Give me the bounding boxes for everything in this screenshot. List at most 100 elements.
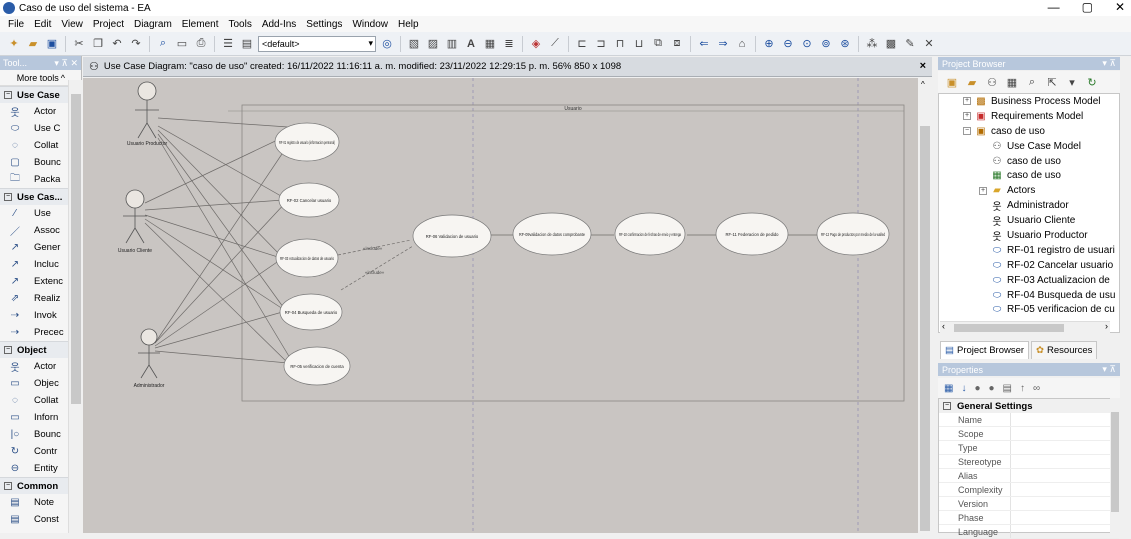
align-right-icon[interactable]: ⊐: [593, 36, 609, 52]
property-row[interactable]: Stereotype: [939, 455, 1119, 469]
menu-file[interactable]: File: [8, 19, 24, 30]
menu-add-ins[interactable]: Add-Ins: [262, 19, 296, 30]
circle-target-icon[interactable]: ◎: [379, 36, 395, 52]
new-model-icon[interactable]: ▣: [944, 74, 960, 90]
tree-item-rf01[interactable]: ⬭ RF-01 registro de usuari: [939, 243, 1119, 258]
tree-item-use-case-model[interactable]: ⚇ Use Case Model: [939, 139, 1119, 154]
properties-scrollbar[interactable]: [1110, 398, 1120, 533]
open-folder-icon[interactable]: ▰: [25, 36, 41, 52]
tree-item-requirements-model[interactable]: + ▣ Requirements Model: [939, 109, 1119, 124]
property-row[interactable]: Version: [939, 497, 1119, 511]
menu-help[interactable]: Help: [398, 19, 419, 30]
tree-item-business-process-model[interactable]: + ▩ Business Process Model: [939, 94, 1119, 109]
expand-icon[interactable]: +: [979, 186, 987, 195]
menu-window[interactable]: Window: [352, 19, 388, 30]
sort-alpha-icon[interactable]: ↓: [961, 383, 966, 394]
table-icon[interactable]: ▦: [482, 36, 498, 52]
zoom-in-icon[interactable]: ⊕: [761, 36, 777, 52]
print-icon[interactable]: ⎙: [193, 36, 209, 52]
save-icon[interactable]: ▣: [44, 36, 60, 52]
home-icon[interactable]: ⌂: [734, 36, 750, 52]
pin-icon[interactable]: ▾ ⊼ ✕: [54, 58, 78, 69]
tag-icon[interactable]: ●: [989, 383, 995, 394]
note-tool-icon[interactable]: ▧: [406, 36, 422, 52]
project-browser-tree[interactable]: + ▩ Business Process Model + ▣ Requirements …: [938, 93, 1120, 333]
categorized-icon[interactable]: ▦: [944, 383, 953, 394]
cut-icon[interactable]: ✂: [71, 36, 87, 52]
arrow-up-icon[interactable]: ↑: [1020, 383, 1025, 394]
redo-icon[interactable]: ↷: [128, 36, 144, 52]
pin-icon[interactable]: ▾ ⊼: [1102, 364, 1116, 375]
list-icon[interactable]: ☰: [220, 36, 236, 52]
view-menu-icon[interactable]: ▾: [1064, 74, 1080, 90]
tree-item-caso-de-uso-package[interactable]: − ▣ caso de uso: [939, 124, 1119, 139]
align-icon[interactable]: ≣: [501, 36, 517, 52]
chevron-left-icon[interactable]: ‹: [942, 321, 945, 331]
image-tool-icon[interactable]: ▨: [425, 36, 441, 52]
actor-usuario-productor[interactable]: [135, 81, 159, 139]
tree-item-usuario-cliente[interactable]: 웃 Usuario Cliente: [939, 213, 1119, 228]
layout-icon[interactable]: ⁂: [864, 36, 880, 52]
tab-resources[interactable]: ✿ Resources: [1031, 341, 1098, 359]
zoom-100-icon[interactable]: ⊚: [818, 36, 834, 52]
tree-item-rf04[interactable]: ⬭ RF-04 Busqueda de usu: [939, 288, 1119, 303]
new-element-icon[interactable]: ▦: [1004, 74, 1020, 90]
new-package-icon[interactable]: ▰: [964, 74, 980, 90]
close-button[interactable]: ✕: [1115, 0, 1125, 14]
grid-icon[interactable]: ▩: [883, 36, 899, 52]
property-row[interactable]: Scope: [939, 427, 1119, 441]
copy-icon[interactable]: ❐: [90, 36, 106, 52]
same-width-icon[interactable]: ⧉: [650, 36, 666, 52]
back-icon[interactable]: ⇐: [696, 36, 712, 52]
tree-item-usuario-productor[interactable]: 웃 Usuario Productor: [939, 228, 1119, 243]
menu-diagram[interactable]: Diagram: [134, 19, 172, 30]
zoom-fit-icon[interactable]: ⊙: [799, 36, 815, 52]
line-style-icon[interactable]: ⟋: [547, 36, 563, 52]
tree-item-rf05[interactable]: ⬭ RF-05 verificacion de cu: [939, 302, 1119, 317]
forward-icon[interactable]: ⇒: [715, 36, 731, 52]
collapse-icon[interactable]: −: [963, 127, 971, 136]
close-diagram-button[interactable]: ×: [920, 60, 926, 72]
font-icon[interactable]: A: [463, 36, 479, 52]
tree-item-caso-de-uso-diagram[interactable]: ▦ caso de uso: [939, 168, 1119, 183]
minimize-button[interactable]: —: [1048, 0, 1060, 14]
property-row[interactable]: Type: [939, 441, 1119, 455]
link-icon[interactable]: ∞: [1033, 383, 1040, 394]
menu-settings[interactable]: Settings: [306, 19, 342, 30]
general-settings-section[interactable]: − General Settings: [939, 399, 1119, 413]
same-height-icon[interactable]: ⧈: [669, 36, 685, 52]
property-row[interactable]: Name: [939, 413, 1119, 427]
expand-icon[interactable]: +: [963, 112, 971, 121]
tab-project-browser[interactable]: ▤ Project Browser: [940, 341, 1030, 359]
expand-icon[interactable]: +: [963, 97, 971, 106]
page-icon[interactable]: ▭: [174, 36, 190, 52]
diagram-canvas[interactable]: Usuario «include» «include» Usuario Prod…: [83, 78, 918, 533]
pin-icon[interactable]: ▾ ⊼: [1102, 58, 1116, 69]
property-row[interactable]: Alias: [939, 469, 1119, 483]
maximize-button[interactable]: ▢: [1082, 0, 1093, 14]
zoom-out-icon[interactable]: ⊖: [780, 36, 796, 52]
tree-item-administrador[interactable]: 웃 Administrador: [939, 198, 1119, 213]
chevron-up-icon[interactable]: ^: [921, 80, 925, 89]
align-top-icon[interactable]: ⊓: [612, 36, 628, 52]
delete-icon[interactable]: ✕: [921, 36, 937, 52]
menu-element[interactable]: Element: [182, 19, 219, 30]
paint-icon[interactable]: ◈: [528, 36, 544, 52]
property-row[interactable]: Language: [939, 525, 1119, 539]
toolbox-scrollbar[interactable]: [68, 80, 82, 533]
property-row[interactable]: Phase: [939, 511, 1119, 525]
project-browser-horizontal-scrollbar[interactable]: ‹ ›: [940, 321, 1110, 333]
zoom-page-icon[interactable]: ⊛: [837, 36, 853, 52]
align-left-icon[interactable]: ⊏: [574, 36, 590, 52]
new-diagram-icon[interactable]: ⚇: [984, 74, 1000, 90]
diagram-vertical-scrollbar[interactable]: ^: [918, 78, 932, 533]
property-row[interactable]: Complexity: [939, 483, 1119, 497]
chevron-right-icon[interactable]: ›: [1105, 321, 1108, 331]
tree-item-rf02[interactable]: ⬭ RF-02 Cancelar usuario: [939, 258, 1119, 273]
move-icon[interactable]: ⇱: [1044, 74, 1060, 90]
property-pages-icon[interactable]: ●: [974, 383, 980, 394]
actor-administrador[interactable]: [138, 328, 160, 379]
menu-tools[interactable]: Tools: [228, 19, 251, 30]
actor-usuario-cliente[interactable]: [123, 189, 147, 244]
new-icon[interactable]: ✦: [6, 36, 22, 52]
